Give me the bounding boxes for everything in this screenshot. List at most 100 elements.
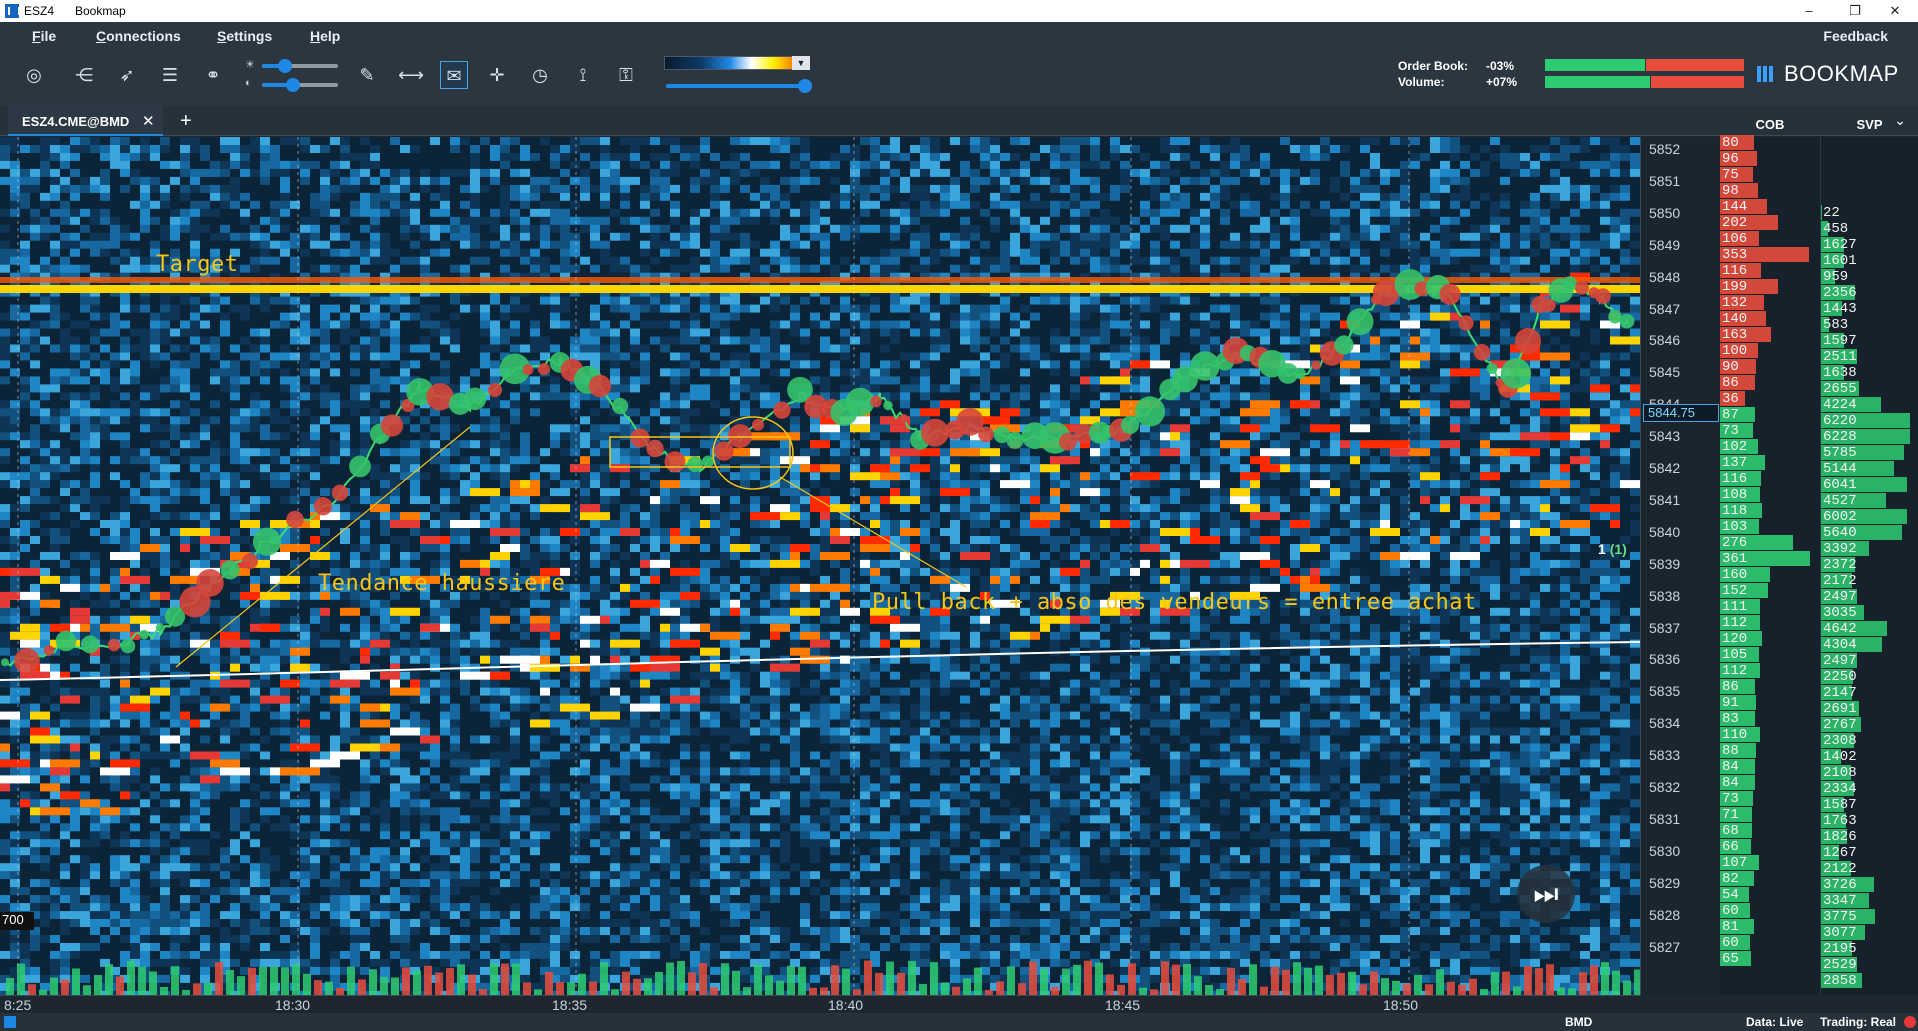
heatmap-mark — [470, 353, 481, 361]
heatmap-mark — [600, 209, 611, 217]
menu-help[interactable]: Help — [310, 28, 340, 44]
heatmap-mark — [280, 217, 291, 225]
heatmap-mark — [550, 265, 561, 273]
heatmap-mark — [1540, 185, 1551, 193]
heatmap-mark — [200, 145, 211, 153]
heatmap-mark — [1100, 305, 1111, 313]
heatmap-mark — [140, 265, 151, 273]
pencil-icon[interactable]: ✎ — [353, 61, 381, 89]
menu-connections[interactable]: Connections — [96, 28, 181, 44]
heatmap-mark — [410, 313, 421, 321]
heatmap-mark — [880, 337, 891, 345]
heatmap-mark — [730, 177, 741, 185]
close-tab-icon[interactable]: ✕ — [142, 112, 155, 130]
heatmap-mark — [1210, 233, 1221, 241]
link-icon[interactable]: ⚭ — [199, 61, 227, 89]
heatmap-mark — [1580, 241, 1591, 249]
heatmap-mark — [910, 161, 921, 169]
heatmap-mark — [1100, 225, 1111, 233]
menu-file[interactable]: File — [32, 28, 56, 44]
heatmap-mark — [290, 241, 301, 249]
heatmap-mark — [640, 185, 651, 193]
heatmap-mark — [410, 241, 421, 249]
heatmap-mark — [250, 233, 261, 241]
add-tab-button[interactable]: + — [180, 110, 192, 133]
share-icon[interactable]: ⋲ — [70, 61, 98, 89]
heatmap-contrast-slider[interactable] — [666, 84, 812, 88]
heatmap-mark — [610, 225, 621, 233]
heatmap-mark — [710, 360, 721, 368]
heatmap-mark — [80, 225, 91, 233]
heatmap-mark — [240, 169, 251, 177]
heatmap-mark — [1300, 297, 1311, 305]
heatmap-mark — [970, 145, 981, 153]
heatmap-color-scale[interactable] — [664, 56, 810, 70]
heatmap-mark — [960, 249, 971, 257]
heatmap-mark — [460, 353, 471, 361]
tab-esz4[interactable]: ESZ4.CME@BMD ✕ — [8, 106, 163, 136]
heatmap-mark — [700, 201, 711, 209]
heatmap-canvas[interactable] — [0, 137, 1640, 995]
heatmap-mark — [640, 169, 651, 177]
rocket-icon[interactable]: ➶ — [113, 61, 141, 89]
heatmap-mark — [1320, 169, 1331, 177]
crosshair-icon[interactable]: ✛ — [483, 61, 511, 89]
feedback-link[interactable]: Feedback — [1823, 28, 1888, 44]
heatmap-mark — [640, 329, 651, 337]
heatmap-mark — [1010, 241, 1021, 249]
heatmap-mark — [950, 297, 961, 305]
minimize-button[interactable]: – — [1786, 0, 1832, 22]
heatmap-mark — [1550, 217, 1561, 225]
heatmap-mark — [360, 217, 371, 225]
heatmap-mark — [180, 201, 191, 209]
heatmap-mark — [420, 345, 431, 353]
heatmap-mark — [710, 217, 721, 225]
heatmap-chart[interactable]: Target Tendance haussiere Pull back + ab… — [0, 137, 1640, 995]
heatmap-mark — [780, 217, 791, 225]
heatmap-mark — [100, 297, 111, 305]
heatmap-mark — [400, 345, 411, 353]
indicator-icon[interactable]: ⟟ — [569, 61, 597, 89]
heatmap-mark — [1040, 209, 1051, 217]
layers-icon[interactable]: ☰ — [156, 61, 184, 89]
heatmap-mark — [950, 161, 961, 169]
heatmap-mark — [390, 368, 401, 376]
heatmap-mark — [220, 360, 231, 368]
heatmap-mark — [940, 257, 951, 265]
chevron-down-icon[interactable]: ▼ — [792, 56, 810, 70]
heatmap-mark — [190, 161, 201, 169]
heatmap-mark — [300, 137, 311, 145]
heatmap-mark — [390, 185, 401, 193]
ruler-icon[interactable]: ⟷ — [397, 61, 425, 89]
camera-icon[interactable]: ◎ — [20, 61, 48, 89]
heatmap-mark — [610, 337, 621, 345]
heatmap-mark — [790, 321, 801, 329]
heatmap-mark — [400, 217, 411, 225]
brightness-slider[interactable] — [262, 64, 338, 68]
lock-icon[interactable]: ⚿ — [612, 61, 640, 89]
heatmap-mark — [930, 153, 941, 161]
heatmap-mark — [450, 345, 461, 353]
heatmap-mark — [1230, 169, 1241, 177]
close-button[interactable]: ✕ — [1872, 0, 1918, 22]
chat-icon[interactable]: ✉ — [440, 61, 468, 89]
heatmap-mark — [600, 337, 611, 345]
heatmap-mark — [760, 233, 771, 241]
timer-icon[interactable]: ◷ — [526, 61, 554, 89]
heatmap-mark — [470, 217, 481, 225]
heatmap-mark — [1160, 305, 1171, 313]
heatmap-mark — [1580, 217, 1591, 225]
heatmap-mark — [470, 209, 481, 217]
heatmap-mark — [1220, 137, 1231, 145]
contrast-slider[interactable] — [262, 83, 338, 87]
heatmap-mark — [810, 257, 821, 265]
heatmap-mark — [1280, 321, 1291, 329]
heatmap-mark — [170, 177, 181, 185]
heatmap-mark — [230, 145, 241, 153]
heatmap-mark — [90, 225, 101, 233]
heatmap-mark — [1230, 185, 1241, 193]
heatmap-mark — [370, 345, 381, 353]
heatmap-mark — [20, 233, 31, 241]
menu-settings[interactable]: Settings — [217, 28, 272, 44]
heatmap-mark — [1050, 201, 1061, 209]
